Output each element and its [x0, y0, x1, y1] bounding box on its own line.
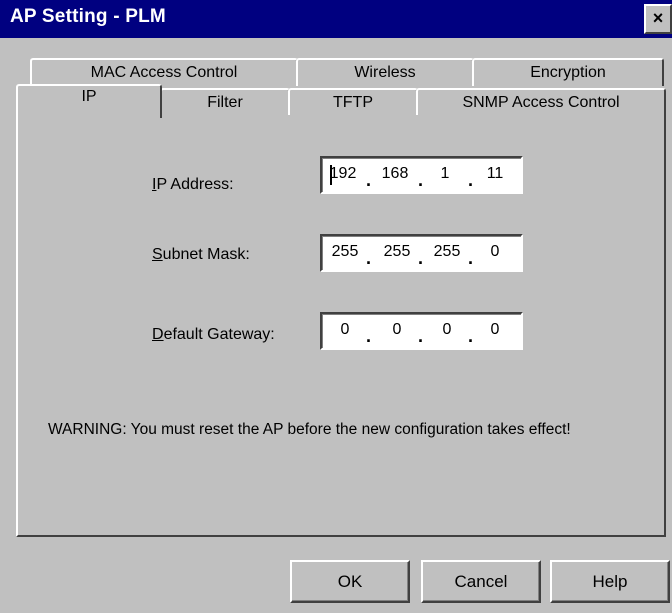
ip-address-label: IP Address:: [152, 176, 234, 193]
default-gateway-octet-4[interactable]: 0: [474, 321, 516, 339]
ip-address-octet-3[interactable]: 1: [424, 165, 466, 183]
octet-separator: .: [418, 326, 424, 346]
octet-separator: .: [468, 326, 474, 346]
panel-content: IP Address: 192 . 168 . 1 . 11 Subnet Ma…: [0, 0, 672, 613]
subnet-mask-input[interactable]: 255 . 255 . 255 . 0: [320, 234, 523, 272]
subnet-mask-label: Subnet Mask:: [152, 246, 250, 263]
default-gateway-input[interactable]: 0 . 0 . 0 . 0: [320, 312, 523, 350]
octet-separator: .: [418, 170, 424, 190]
ip-address-octet-2[interactable]: 168: [374, 165, 416, 183]
reset-warning-text: WARNING: You must reset the AP before th…: [48, 421, 571, 438]
octet-separator: .: [366, 248, 372, 268]
octet-separator: .: [418, 248, 424, 268]
ip-address-octet-1[interactable]: 192: [322, 165, 364, 183]
octet-separator: .: [468, 170, 474, 190]
subnet-mask-octet-3[interactable]: 255: [426, 243, 468, 261]
octet-separator: .: [366, 170, 372, 190]
subnet-mask-octet-4[interactable]: 0: [474, 243, 516, 261]
default-gateway-octet-2[interactable]: 0: [376, 321, 418, 339]
octet-separator: .: [468, 248, 474, 268]
text-caret: [330, 165, 332, 185]
ip-address-octet-4[interactable]: 11: [474, 165, 516, 183]
subnet-mask-octet-2[interactable]: 255: [376, 243, 418, 261]
dialog-window: AP Setting - PLM × MAC Access Control Wi…: [0, 0, 672, 613]
octet-separator: .: [366, 326, 372, 346]
default-gateway-label: Default Gateway:: [152, 326, 275, 343]
subnet-mask-octet-1[interactable]: 255: [324, 243, 366, 261]
default-gateway-octet-1[interactable]: 0: [324, 321, 366, 339]
default-gateway-octet-3[interactable]: 0: [426, 321, 468, 339]
ip-address-input[interactable]: 192 . 168 . 1 . 11: [320, 156, 523, 194]
